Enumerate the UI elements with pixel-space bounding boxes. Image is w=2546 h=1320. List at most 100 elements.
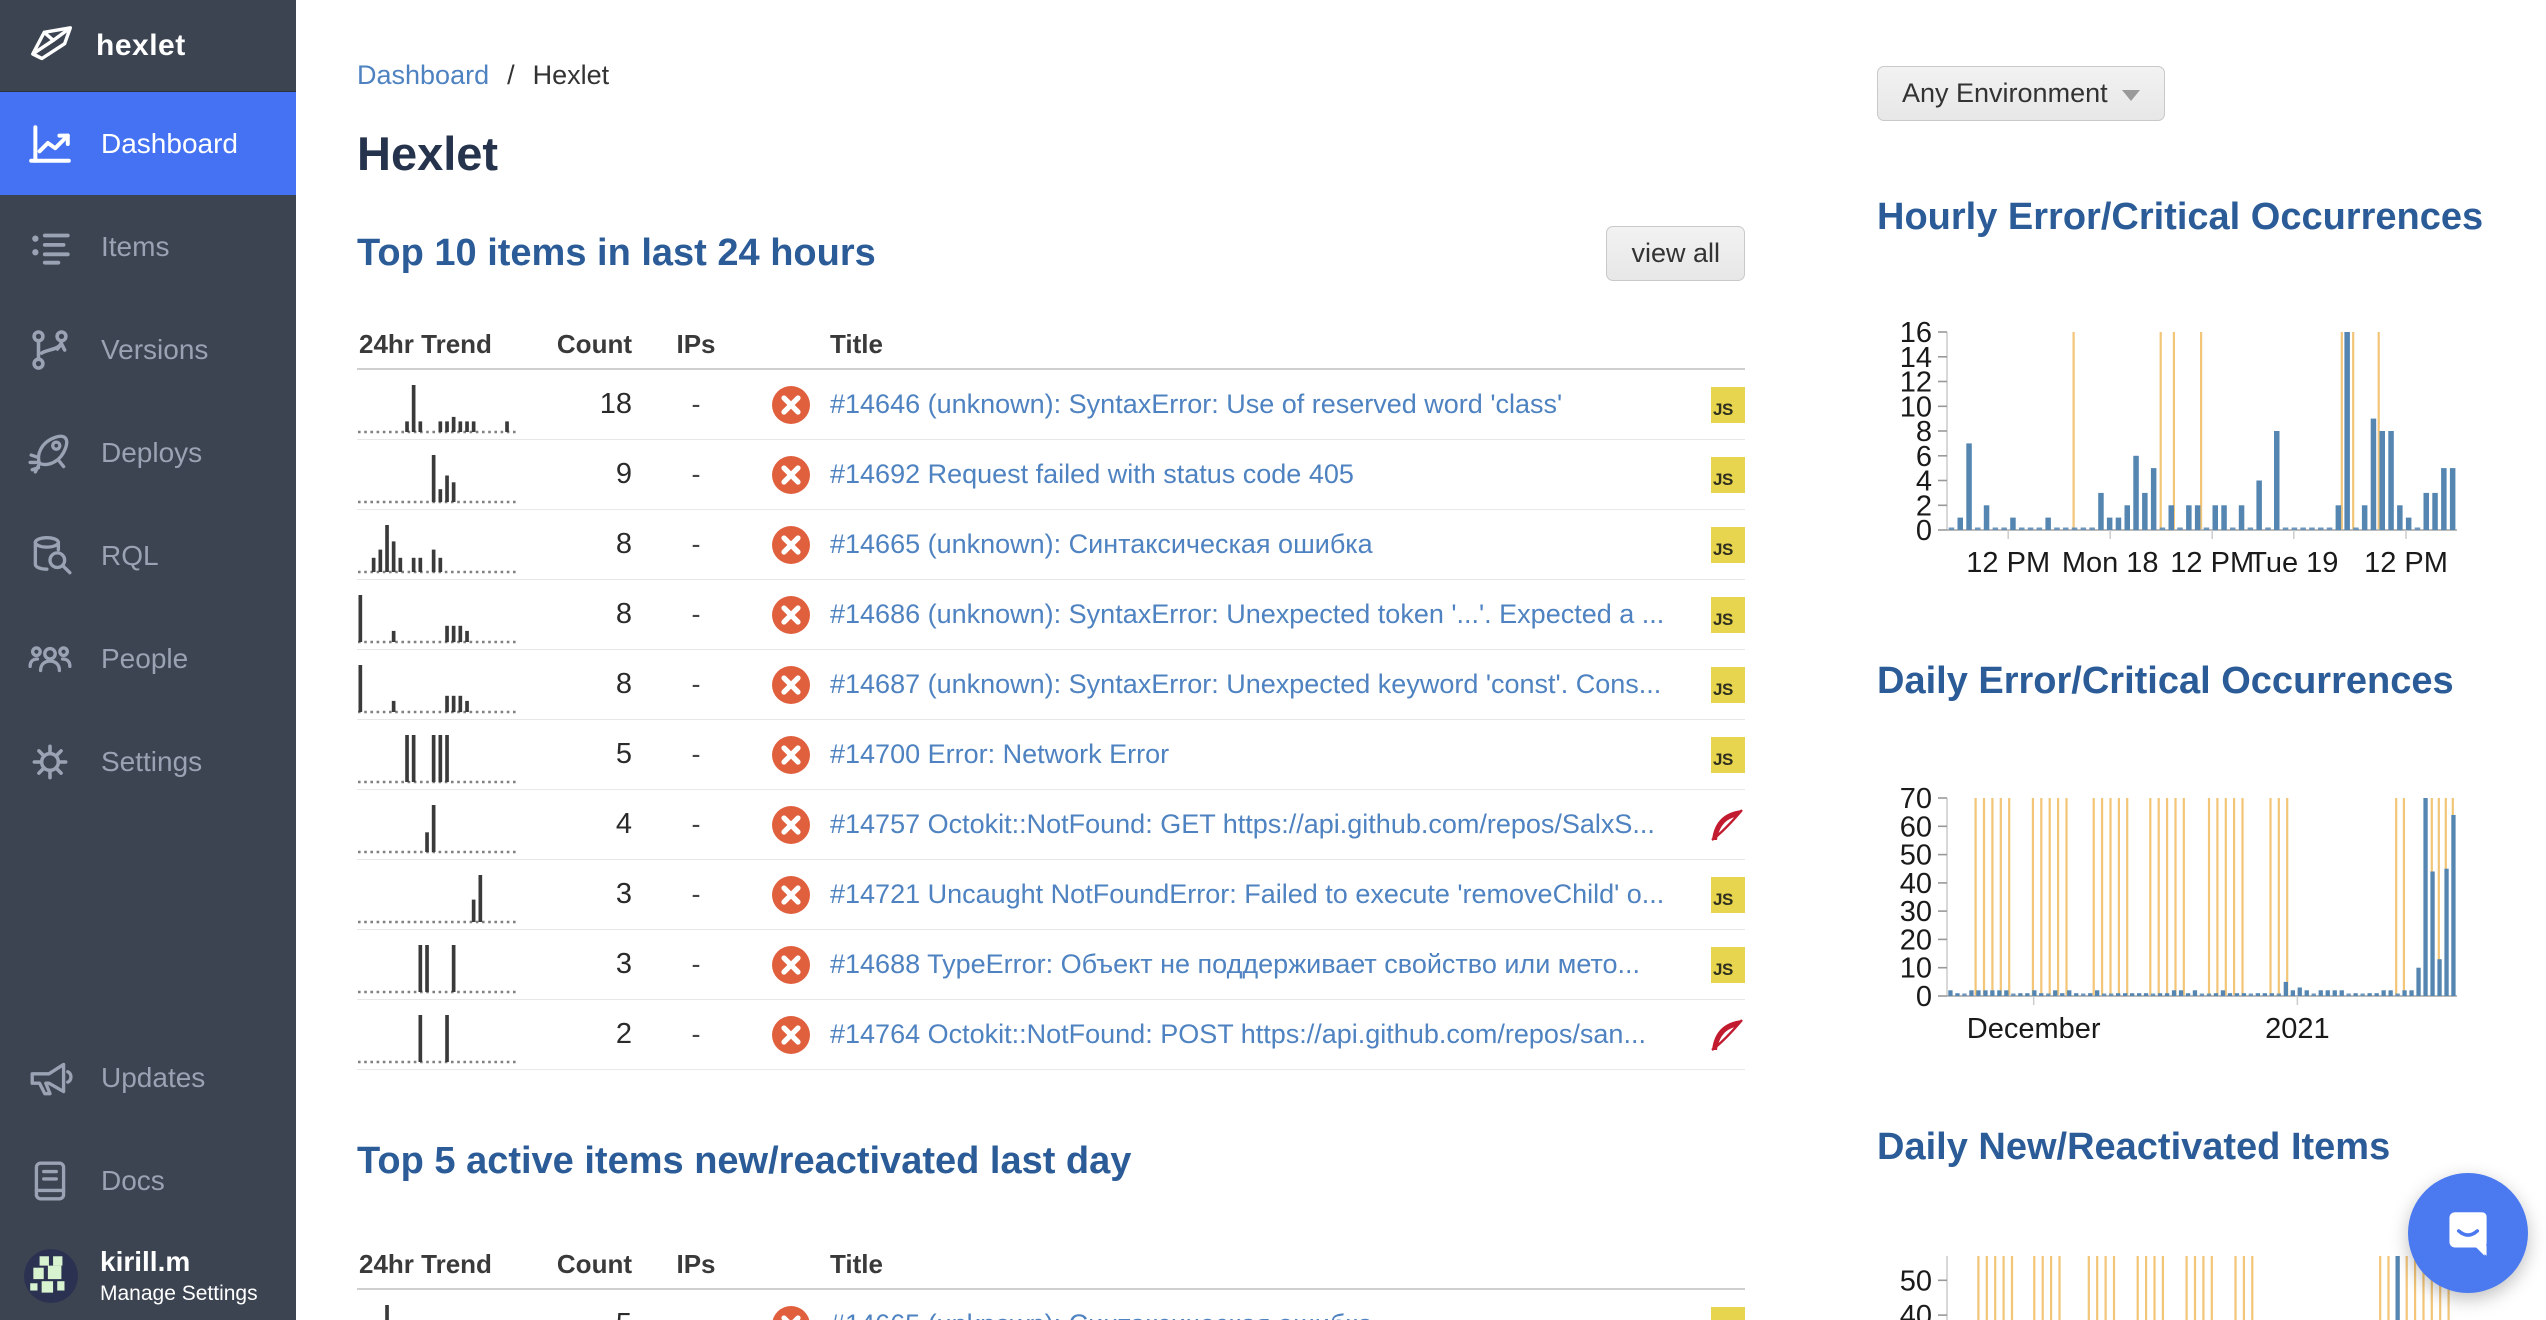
app-logo[interactable]: hexlet bbox=[0, 0, 296, 92]
item-title-link[interactable]: #14646 (unknown): SyntaxError: Use of re… bbox=[830, 389, 1695, 420]
view-all-button[interactable]: view all bbox=[1606, 226, 1745, 281]
daily-chart-heading: Daily Error/Critical Occurrences bbox=[1877, 660, 2454, 703]
column-header-24hr-trend: 24hr Trend bbox=[357, 329, 522, 360]
ips-cell: - bbox=[640, 949, 752, 980]
count-cell: 3 bbox=[522, 878, 640, 911]
error-level-icon bbox=[752, 806, 830, 844]
error-level-icon bbox=[752, 876, 830, 914]
table-row: 3-#14688 TypeError: Объект не поддержива… bbox=[357, 930, 1745, 1000]
table-row: 18- #14646 (unknown): SyntaxError: Use of… bbox=[357, 370, 1745, 440]
item-title-link[interactable]: #14665 (unknown): Синтаксическая ошибка bbox=[830, 1309, 1695, 1320]
ips-cell: - bbox=[640, 389, 752, 420]
sidebar-user[interactable]: kirill.m Manage Settings bbox=[0, 1232, 296, 1320]
item-title-link[interactable]: #14700 Error: Network Error bbox=[830, 739, 1695, 770]
svg-text:0: 0 bbox=[1916, 981, 1932, 1013]
item-title-link[interactable]: #14665 (unknown): Синтаксическая ошибка bbox=[830, 529, 1695, 560]
js-language-badge: JS bbox=[1711, 527, 1745, 563]
sidebar-item-versions[interactable]: Versions bbox=[0, 298, 296, 401]
breadcrumb-dashboard-link[interactable]: Dashboard bbox=[357, 60, 489, 91]
language-badge-cell: JS bbox=[1695, 527, 1745, 563]
svg-text:50: 50 bbox=[1900, 840, 1932, 872]
sidebar-item-label: Versions bbox=[101, 334, 208, 366]
chat-bubble-icon bbox=[2435, 1200, 2501, 1266]
item-title-link[interactable]: #14757 Octokit::NotFound: GET https://ap… bbox=[830, 809, 1695, 840]
item-title-link[interactable]: #14721 Uncaught NotFoundError: Failed to… bbox=[830, 879, 1695, 910]
svg-text:50: 50 bbox=[1900, 1265, 1932, 1297]
ips-cell: - bbox=[640, 1309, 752, 1320]
trend-sparkline bbox=[357, 662, 517, 714]
sidebar-item-people[interactable]: People bbox=[0, 607, 296, 710]
user-name: kirill.m bbox=[100, 1246, 258, 1278]
trend-sparkline bbox=[357, 732, 517, 784]
error-level-icon bbox=[752, 526, 830, 564]
language-badge-cell: JS bbox=[1695, 597, 1745, 633]
svg-text:70: 70 bbox=[1900, 786, 1932, 815]
sidebar-item-docs[interactable]: Docs bbox=[0, 1129, 296, 1232]
table-header: 24hr TrendCountIPsTitle bbox=[357, 1240, 1745, 1290]
top10-table: 24hr TrendCountIPsTitle18-#14646 (unknow… bbox=[357, 320, 1745, 1070]
table-row: 9-#14692 Request failed with status code… bbox=[357, 440, 1745, 510]
ips-cell: - bbox=[640, 459, 752, 490]
column-header-count: Count bbox=[522, 329, 640, 360]
count-cell: 5 bbox=[522, 738, 640, 771]
chart-line-icon bbox=[27, 121, 73, 167]
column-header-title: Title bbox=[830, 329, 1695, 360]
svg-text:10: 10 bbox=[1900, 953, 1932, 985]
breadcrumb-current: Hexlet bbox=[533, 60, 610, 91]
top10-heading: Top 10 items in last 24 hours bbox=[357, 232, 876, 275]
item-title-link[interactable]: #14692 Request failed with status code 4… bbox=[830, 459, 1695, 490]
ruby-language-badge bbox=[1709, 807, 1745, 843]
environment-filter-dropdown[interactable]: Any Environment bbox=[1877, 66, 2165, 121]
svg-text:12 PM: 12 PM bbox=[2364, 547, 2448, 572]
svg-text:December: December bbox=[1967, 1013, 2101, 1038]
js-language-badge: JS bbox=[1711, 947, 1745, 983]
column-header-24hr-trend: 24hr Trend bbox=[357, 1249, 522, 1280]
sidebar-item-label: Settings bbox=[101, 746, 202, 778]
js-language-badge: JS bbox=[1711, 877, 1745, 913]
sidebar-item-updates[interactable]: Updates bbox=[0, 1026, 296, 1129]
item-title-link[interactable]: #14764 Octokit::NotFound: POST https://a… bbox=[830, 1019, 1695, 1050]
ips-cell: - bbox=[640, 529, 752, 560]
item-title-link[interactable]: #14686 (unknown): SyntaxError: Unexpecte… bbox=[830, 599, 1695, 630]
count-cell: 8 bbox=[522, 598, 640, 631]
ruby-language-badge bbox=[1709, 1017, 1745, 1053]
sidebar-item-settings[interactable]: Settings bbox=[0, 710, 296, 813]
sidebar-item-items[interactable]: Items bbox=[0, 195, 296, 298]
hexlet-logo-icon bbox=[26, 21, 76, 71]
language-badge-cell: JS bbox=[1695, 737, 1745, 773]
table-header: 24hr TrendCountIPsTitle bbox=[357, 320, 1745, 370]
top10-section-header: Top 10 items in last 24 hours view all bbox=[357, 226, 1745, 281]
environment-filter-label: Any Environment bbox=[1902, 78, 2108, 109]
language-badge-cell: JS bbox=[1695, 387, 1745, 423]
main-content: Dashboard / Hexlet Hexlet Top 10 items i… bbox=[296, 0, 2546, 1320]
language-badge-cell: JS bbox=[1695, 457, 1745, 493]
count-cell: 2 bbox=[522, 1018, 640, 1051]
sidebar-item-rql[interactable]: RQL bbox=[0, 504, 296, 607]
count-cell: 4 bbox=[522, 808, 640, 841]
item-title-link[interactable]: #14687 (unknown): SyntaxError: Unexpecte… bbox=[830, 669, 1695, 700]
chat-launcher-button[interactable] bbox=[2408, 1173, 2528, 1293]
branch-icon bbox=[27, 327, 73, 373]
svg-text:12 PM: 12 PM bbox=[2170, 547, 2254, 572]
table-row: 8- #14686 (unknown): SyntaxError: Unexpec… bbox=[357, 580, 1745, 650]
people-icon bbox=[27, 636, 73, 682]
error-level-icon bbox=[752, 946, 830, 984]
svg-text:60: 60 bbox=[1900, 811, 1932, 843]
js-language-badge: JS bbox=[1711, 457, 1745, 493]
trend-sparkline bbox=[357, 872, 517, 924]
ips-cell: - bbox=[640, 599, 752, 630]
app-name: hexlet bbox=[96, 29, 186, 63]
count-cell: 18 bbox=[522, 388, 640, 421]
ips-cell: - bbox=[640, 809, 752, 840]
item-title-link[interactable]: #14688 TypeError: Объект не поддерживает… bbox=[830, 949, 1695, 980]
svg-text:16: 16 bbox=[1900, 320, 1932, 349]
sidebar-nav-bottom: UpdatesDocs bbox=[0, 1026, 296, 1232]
sidebar-item-deploys[interactable]: Deploys bbox=[0, 401, 296, 504]
page-title: Hexlet bbox=[357, 126, 498, 181]
language-badge-cell: JS bbox=[1695, 1307, 1745, 1320]
database-search-icon bbox=[27, 533, 73, 579]
js-language-badge: JS bbox=[1711, 1307, 1745, 1320]
sidebar-item-dashboard[interactable]: Dashboard bbox=[0, 92, 296, 195]
top5-table: 24hr TrendCountIPsTitle5-#14665 (unknown… bbox=[357, 1240, 1745, 1320]
js-language-badge: JS bbox=[1711, 597, 1745, 633]
